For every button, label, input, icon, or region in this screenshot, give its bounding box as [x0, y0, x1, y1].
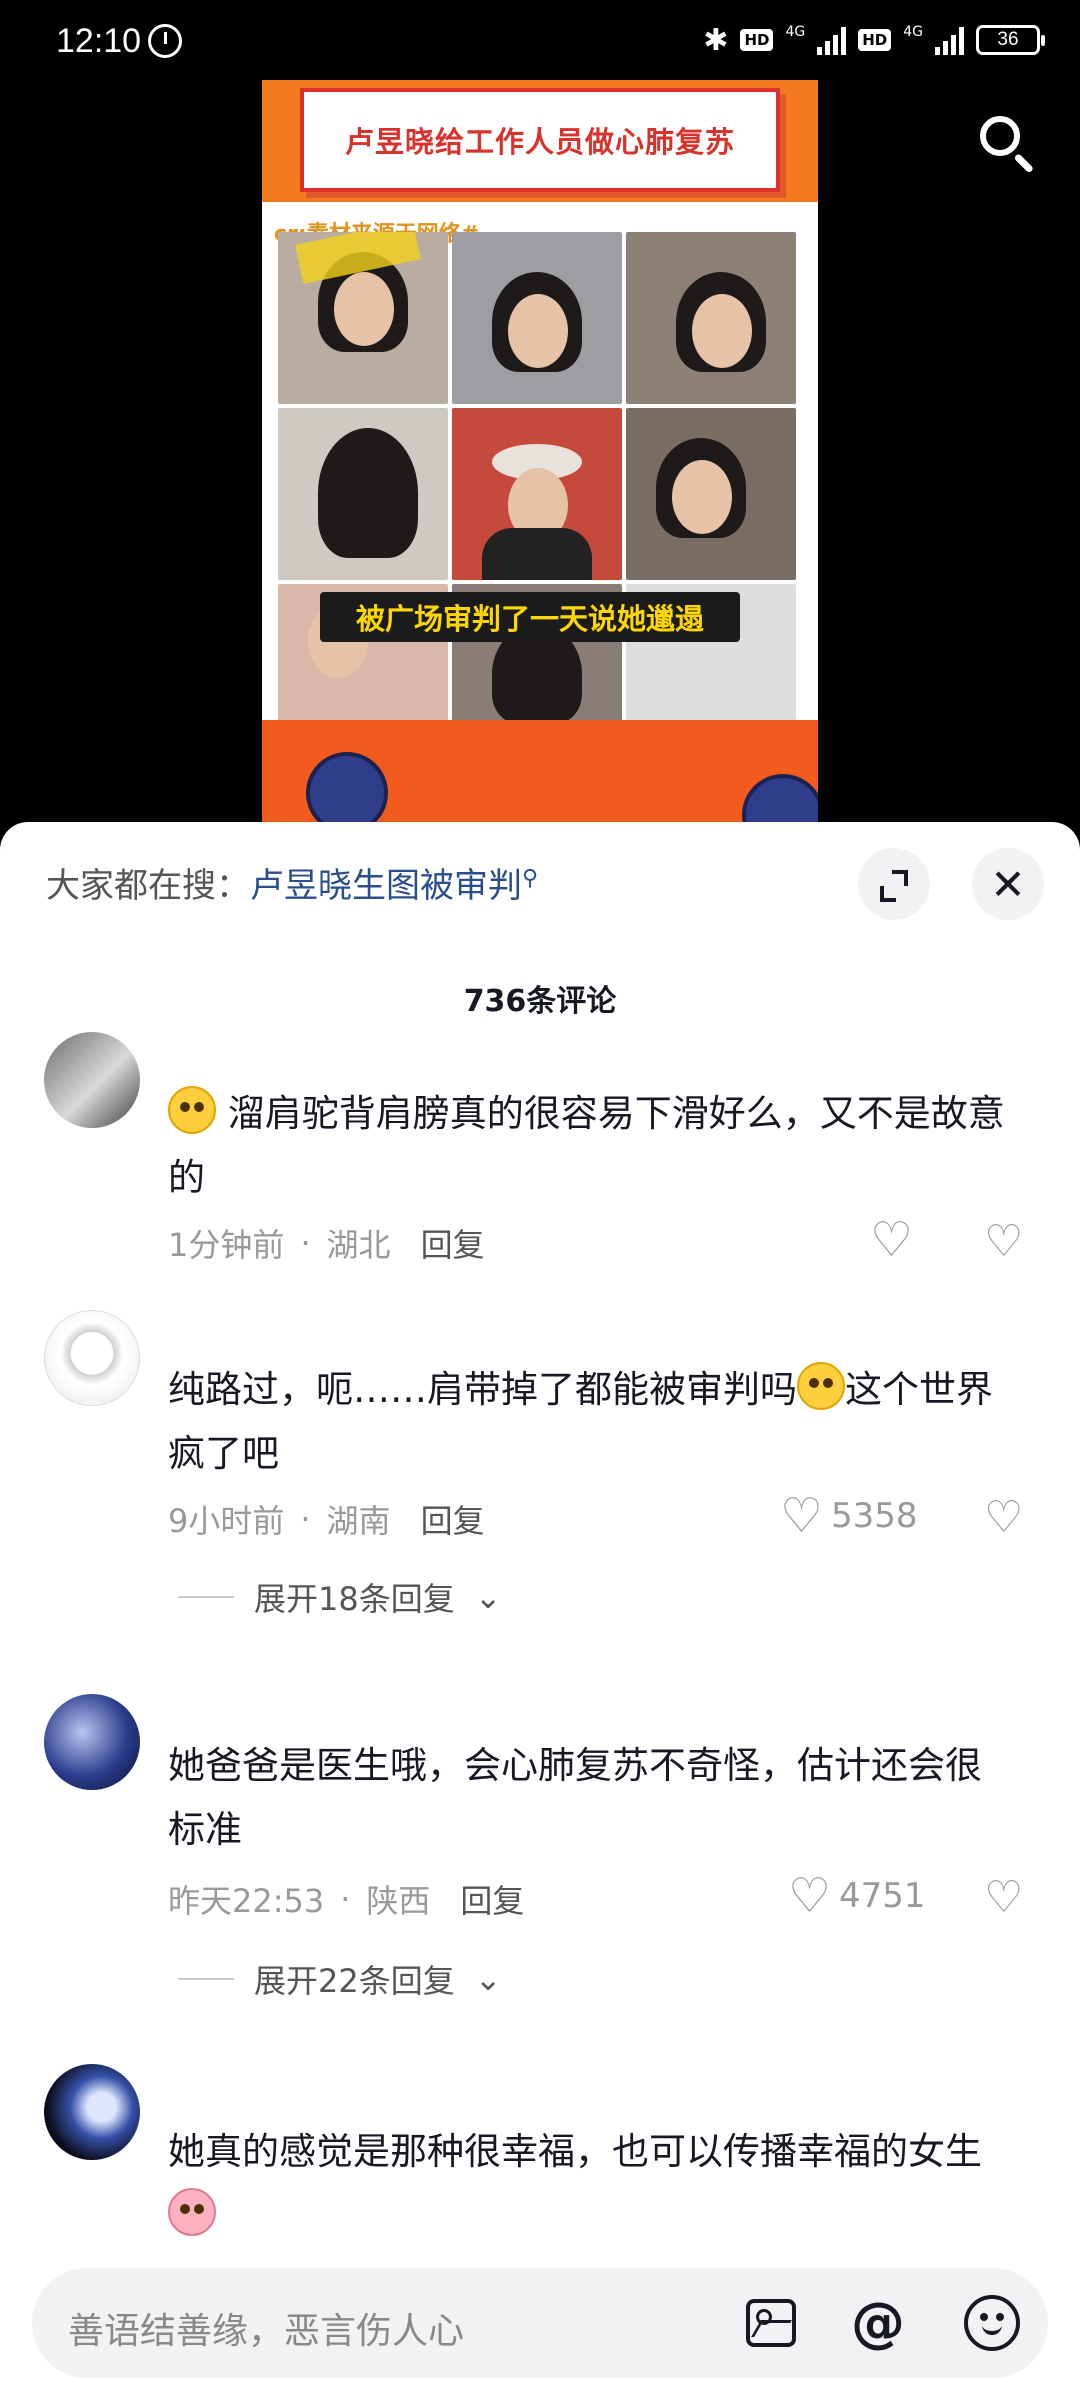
comment-body: 溜肩驼背肩膀真的很容易下滑好么，又不是故意的	[168, 1092, 1005, 1199]
photo-grid	[278, 232, 802, 756]
search-icon[interactable]	[976, 112, 1036, 174]
hd-badge-2: HD	[858, 29, 892, 51]
reply-button[interactable]: 回复	[421, 1220, 485, 1266]
at-icon[interactable]: @	[850, 2295, 906, 2351]
chevron-down-icon: ⌄	[474, 1578, 502, 1616]
photo-thumbnail	[452, 408, 622, 580]
emoji-icon	[797, 1362, 845, 1410]
comment-input-bar[interactable]: 善语结善缘，恶言伤人心 @	[32, 2268, 1048, 2378]
signal-icon-2	[935, 25, 964, 55]
video-player[interactable]: 卢昱晓给工作人员做心肺复苏 cr:素材来源于网络# 被广场审判了一天说她邋遢	[0, 80, 1080, 840]
avatar[interactable]	[44, 2064, 140, 2160]
photo-thumbnail	[278, 232, 448, 404]
reply-button[interactable]: 回复	[460, 1876, 524, 1922]
photo-thumbnail	[626, 408, 796, 580]
emoji-icon	[168, 1086, 216, 1134]
heart-icon: ♡	[870, 1212, 914, 1268]
comment-meta: 1分钟前 · 湖北 回复	[168, 1220, 485, 1266]
heart-icon: ♡	[780, 1488, 824, 1544]
like-button[interactable]: ♡ 5358	[780, 1492, 918, 1540]
poster-title: 卢昱晓给工作人员做心肺复苏	[300, 88, 780, 192]
like-count: 4751	[839, 1876, 926, 1916]
comment-sheet: 大家都在搜：卢昱晓生图被审判⚲ ✕ 736条评论 溜肩驼背肩膀真的很容易下滑好么…	[0, 822, 1080, 2400]
status-time: 12:10	[56, 22, 142, 60]
network-label-2: 4G	[903, 24, 923, 40]
expand-replies-button[interactable]: 展开22条回复 ⌄	[178, 1956, 502, 2002]
comment-text: 她真的感觉是那种很幸福，也可以传播幸福的女生	[168, 2120, 1018, 2248]
hd-badge: HD	[740, 29, 774, 51]
avatar[interactable]	[44, 1032, 140, 1128]
dislike-icon[interactable]: ♡	[984, 1872, 1023, 1923]
comment-time: 1分钟前	[168, 1226, 285, 1264]
reply-button[interactable]: 回复	[421, 1496, 485, 1542]
comment-time: 昨天22:53	[168, 1882, 325, 1920]
comment-text: 她爸爸是医生哦，会心肺复苏不奇怪，估计还会很标准	[168, 1744, 982, 1851]
comment-count: 736条评论	[463, 984, 617, 1019]
like-button[interactable]: ♡	[870, 1216, 913, 1264]
comment-location: 湖南	[326, 1502, 391, 1540]
expand-replies-label: 展开22条回复	[254, 1962, 455, 2000]
avatar[interactable]	[44, 1310, 140, 1406]
expand-icon[interactable]	[858, 848, 930, 920]
hot-search-prefix: 大家都在搜：	[46, 866, 250, 906]
close-icon[interactable]: ✕	[972, 848, 1044, 920]
battery-indicator: 36	[976, 25, 1045, 55]
video-poster: 卢昱晓给工作人员做心肺复苏 cr:素材来源于网络# 被广场审判了一天说她邋遢	[262, 80, 818, 840]
photo-thumbnail	[278, 408, 448, 580]
heart-icon: ♡	[788, 1868, 832, 1924]
image-icon[interactable]	[746, 2299, 796, 2347]
emoji-icon[interactable]	[964, 2295, 1020, 2351]
alarm-icon	[148, 24, 182, 58]
hot-search-keyword[interactable]: 卢昱晓生图被审判	[250, 866, 522, 906]
comment-body: 纯路过，呃……肩带掉了都能被审判吗	[168, 1368, 797, 1411]
expand-replies-label: 展开18条回复	[254, 1580, 455, 1618]
like-count: 5358	[831, 1496, 918, 1536]
signal-icon	[817, 25, 847, 55]
network-label: 4G	[785, 24, 806, 40]
comment-location: 湖北	[326, 1226, 391, 1264]
dislike-icon[interactable]: ♡	[984, 1216, 1023, 1267]
comment-text: 纯路过，呃……肩带掉了都能被审判吗 这个世界疯了吧	[168, 1358, 1018, 1486]
photo-thumbnail	[626, 232, 796, 404]
search-icon: ⚲	[522, 866, 539, 891]
status-indicators: ✱ HD 4G HD 4G 36	[703, 20, 1045, 60]
comment-text: 溜肩驼背肩膀真的很容易下滑好么，又不是故意的	[168, 1082, 1018, 1210]
dislike-icon[interactable]: ♡	[984, 1492, 1023, 1543]
comment-time: 9小时前	[168, 1502, 285, 1540]
chevron-down-icon: ⌄	[474, 1960, 502, 1998]
comment-meta: 9小时前 · 湖南 回复	[168, 1496, 485, 1542]
video-caption: 被广场审判了一天说她邋遢	[320, 592, 740, 642]
expand-replies-button[interactable]: 展开18条回复 ⌄	[178, 1574, 502, 1620]
like-button[interactable]: ♡ 4751	[788, 1872, 926, 1920]
avatar[interactable]	[44, 1694, 140, 1790]
hot-search-bar[interactable]: 大家都在搜：卢昱晓生图被审判⚲	[46, 858, 538, 907]
comment-body: 她真的感觉是那种很幸福，也可以传播幸福的女生	[168, 2130, 982, 2173]
comment-input[interactable]: 善语结善缘，恶言伤人心	[68, 2302, 464, 2354]
photo-thumbnail	[452, 232, 622, 404]
emoji-icon	[168, 2188, 216, 2236]
comment-location: 陕西	[366, 1882, 431, 1920]
comment-meta: 昨天22:53 · 陕西 回复	[168, 1876, 524, 1922]
bluetooth-icon: ✱	[703, 22, 729, 58]
status-bar: 12:10 ✱ HD 4G HD 4G 36	[0, 0, 1080, 80]
